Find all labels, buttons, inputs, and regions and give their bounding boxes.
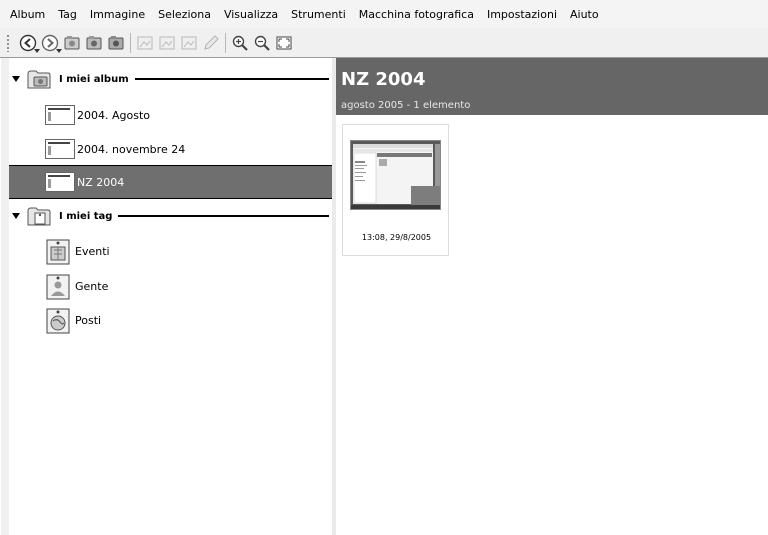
tag-item[interactable]: Gente xyxy=(9,269,334,303)
image-properties-button[interactable] xyxy=(135,33,155,53)
image-delete-button[interactable] xyxy=(179,33,199,53)
photo-caption: 13:08, 29/8/2005 xyxy=(361,233,432,242)
screenshot-thumbnail-image xyxy=(351,141,440,209)
back-button[interactable] xyxy=(18,33,40,53)
tag-label: Gente xyxy=(75,279,109,293)
toolbar xyxy=(0,28,768,58)
delete-album-button[interactable] xyxy=(106,33,126,53)
main-content: NZ 2004 agosto 2005 - 1 elemento 13:08, … xyxy=(336,58,768,535)
events-tag-icon xyxy=(46,239,70,265)
menu-strumenti[interactable]: Strumenti xyxy=(291,8,346,21)
album-item[interactable]: 2004. novembre 24 xyxy=(9,132,334,166)
tag-label: Eventi xyxy=(75,244,110,258)
image-edit-icon xyxy=(159,36,175,49)
album-thumbnail-icon xyxy=(45,105,75,125)
fullscreen-icon xyxy=(276,36,292,49)
sidebar: I miei album 2004. Agosto 2004. novembre… xyxy=(1,58,334,535)
tag-item[interactable]: Posti xyxy=(9,303,334,337)
photo-thumbnail[interactable] xyxy=(350,140,441,210)
zoom-in-icon xyxy=(232,35,248,51)
album-title: NZ 2004 xyxy=(341,69,426,90)
tags-expander-icon[interactable] xyxy=(12,213,20,219)
menubar: Album Tag Immagine Seleziona Visualizza … xyxy=(0,0,768,28)
image-properties-icon xyxy=(137,36,153,49)
people-tag-icon xyxy=(46,274,70,300)
image-edit-button[interactable] xyxy=(157,33,177,53)
menu-album[interactable]: Album xyxy=(10,8,45,21)
toolbar-separator xyxy=(225,32,226,53)
zoom-out-icon xyxy=(254,35,270,51)
tags-section-divider xyxy=(118,215,329,217)
albums-section-title: I miei album xyxy=(59,73,129,85)
tag-item[interactable]: Eventi xyxy=(9,234,334,268)
toolbar-separator xyxy=(130,32,131,53)
album-item-selected[interactable]: NZ 2004 xyxy=(9,165,334,199)
photo-item[interactable]: 13:08, 29/8/2005 xyxy=(342,124,449,256)
toolbar-grip[interactable] xyxy=(6,34,10,52)
album-item[interactable]: 2004. Agosto xyxy=(9,98,334,132)
menu-immagine[interactable]: Immagine xyxy=(90,8,145,21)
albums-section-header[interactable]: I miei album xyxy=(9,62,334,96)
places-tag-icon xyxy=(46,308,70,334)
new-album-button[interactable] xyxy=(62,33,82,53)
edit-comment-button[interactable] xyxy=(201,33,221,53)
album-thumbnail-icon xyxy=(45,139,75,159)
album-delete-icon xyxy=(108,35,124,49)
tags-section-header[interactable]: I miei tag xyxy=(9,199,334,233)
tags-section-title: I miei tag xyxy=(59,210,113,222)
menu-seleziona[interactable]: Seleziona xyxy=(158,8,211,21)
image-delete-icon xyxy=(181,36,197,49)
album-properties-button[interactable] xyxy=(84,33,104,53)
menu-impostazioni[interactable]: Impostazioni xyxy=(487,8,557,21)
tags-folder-icon xyxy=(27,207,51,226)
album-label: 2004. Agosto xyxy=(77,108,150,122)
zoom-in-button[interactable] xyxy=(230,33,250,53)
menu-visualizza[interactable]: Visualizza xyxy=(224,8,278,21)
albums-expander-icon[interactable] xyxy=(12,76,20,82)
album-label: 2004. novembre 24 xyxy=(77,142,186,156)
album-new-icon xyxy=(64,35,80,49)
album-subtitle: agosto 2005 - 1 elemento xyxy=(341,100,471,111)
album-label: NZ 2004 xyxy=(77,175,125,189)
album-header: NZ 2004 agosto 2005 - 1 elemento xyxy=(336,58,768,115)
album-properties-icon xyxy=(86,35,102,49)
menu-macchina-fotografica[interactable]: Macchina fotografica xyxy=(359,8,474,21)
albums-folder-icon xyxy=(27,70,51,89)
menu-aiuto[interactable]: Aiuto xyxy=(570,8,599,21)
forward-button[interactable] xyxy=(40,33,62,53)
album-thumbnail-icon xyxy=(45,172,75,192)
fullscreen-button[interactable] xyxy=(274,33,294,53)
zoom-out-button[interactable] xyxy=(252,33,272,53)
tag-label: Posti xyxy=(75,313,102,327)
albums-section-divider xyxy=(134,78,329,80)
menu-tag[interactable]: Tag xyxy=(58,8,77,21)
pencil-icon xyxy=(204,34,219,50)
